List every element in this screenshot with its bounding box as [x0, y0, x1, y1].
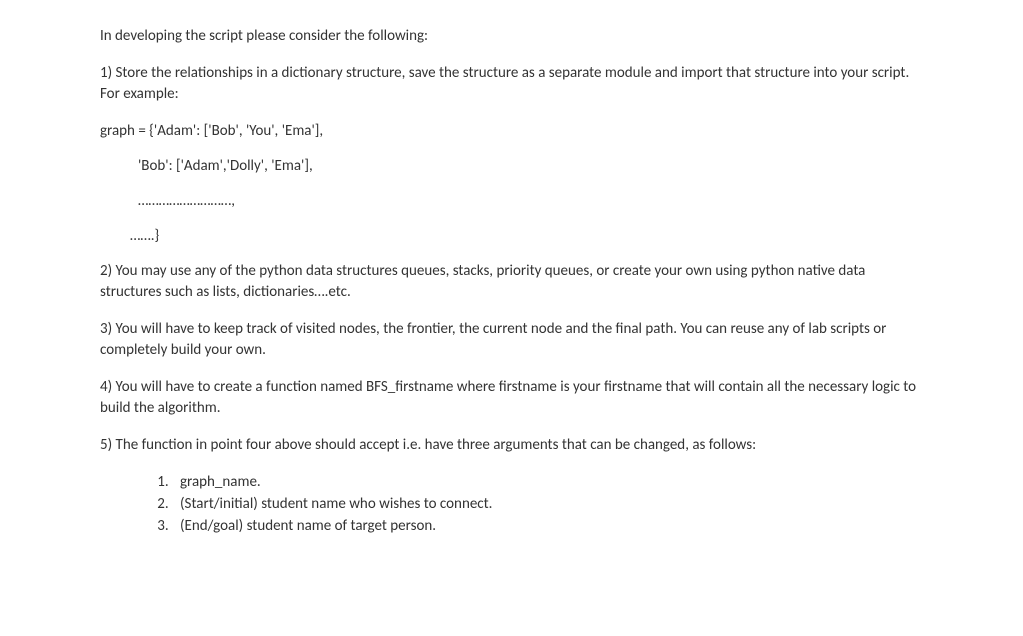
code-line-1: graph = {'Adam': ['Bob', 'You', 'Ema'], [100, 121, 923, 142]
point-3: 3) You will have to keep track of visite… [100, 319, 923, 361]
code-line-3: ………………………, [100, 191, 923, 212]
code-line-4: …….} [100, 226, 923, 247]
argument-list: graph_name. (Start/initial) student name… [152, 472, 923, 537]
point-1: 1) Store the relationships in a dictiona… [100, 63, 923, 105]
point-2: 2) You may use any of the python data st… [100, 261, 923, 303]
intro-paragraph: In developing the script please consider… [100, 26, 923, 47]
argument-item-3: (End/goal) student name of target person… [172, 516, 923, 537]
point-4: 4) You will have to create a function na… [100, 377, 923, 419]
point-5: 5) The function in point four above shou… [100, 435, 923, 456]
argument-item-2: (Start/initial) student name who wishes … [172, 494, 923, 515]
argument-item-1: graph_name. [172, 472, 923, 493]
code-line-2: 'Bob': ['Adam','Dolly', 'Ema'], [100, 156, 923, 177]
